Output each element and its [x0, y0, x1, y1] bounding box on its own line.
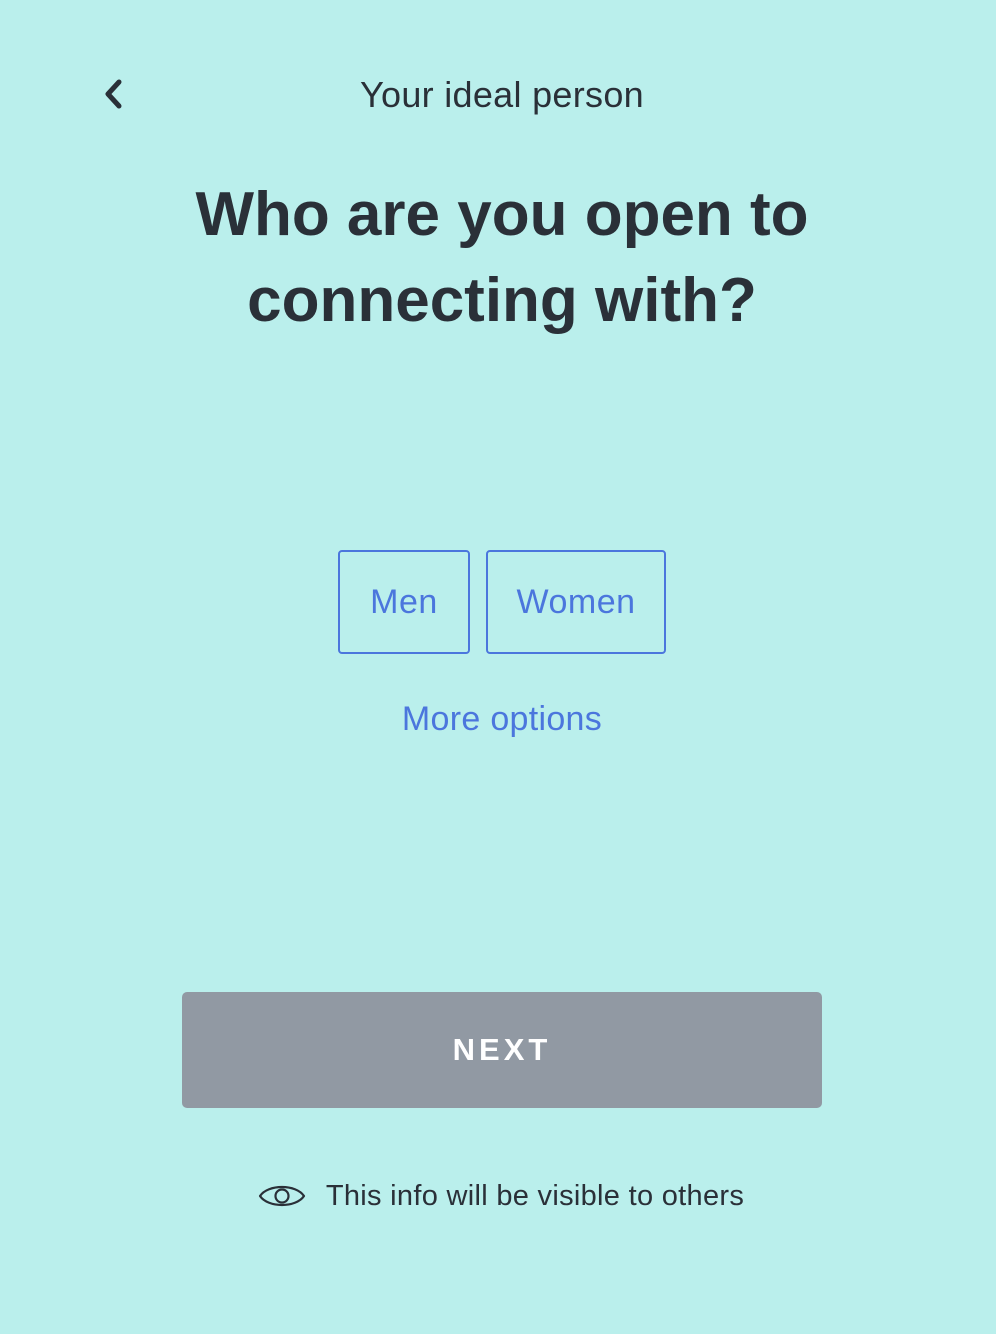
question-line-1: Who are you open to	[195, 180, 809, 249]
visibility-note-text: This info will be visible to others	[325, 1179, 745, 1212]
question-line-2: connecting with?	[247, 266, 757, 335]
eye-icon	[258, 1185, 305, 1207]
header: Your ideal person	[0, 60, 996, 130]
option-men-button[interactable]: Men	[338, 550, 470, 654]
gender-options: Men Women	[0, 550, 996, 654]
page-title: Your ideal person	[360, 74, 644, 115]
question-heading: Who are you open to connecting with?	[140, 172, 864, 344]
option-women-button[interactable]: Women	[486, 550, 666, 654]
next-button[interactable]: NEXT	[182, 992, 822, 1108]
more-options-link[interactable]: More options	[0, 700, 996, 739]
visibility-note: This info will be visible to others	[0, 1172, 996, 1220]
